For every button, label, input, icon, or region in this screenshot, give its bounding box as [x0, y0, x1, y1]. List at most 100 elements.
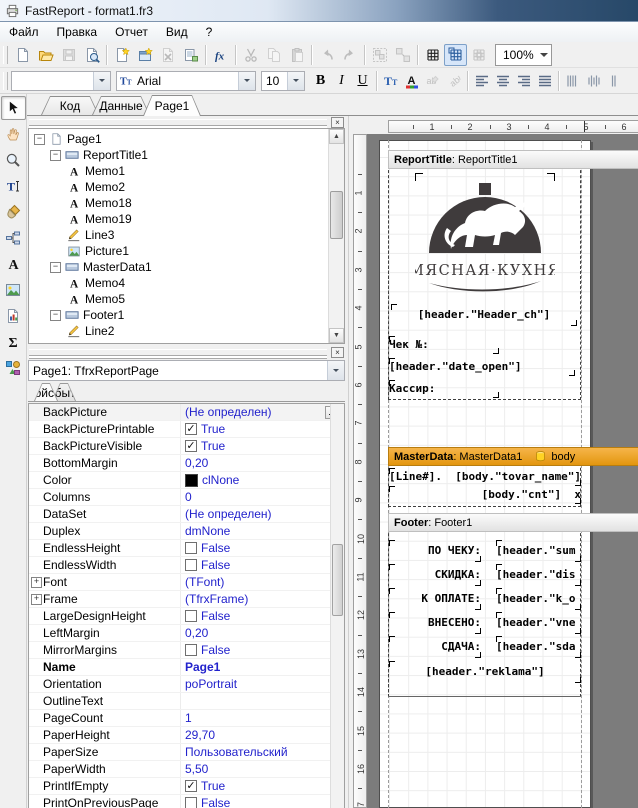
property-row-name[interactable]: NamePage1 [29, 659, 344, 676]
tree-item-memo1[interactable]: AMemo1 [30, 163, 328, 179]
property-value-cell[interactable]: (TFont) [181, 574, 344, 590]
footer-label-memo-1[interactable]: СКИДКА: [389, 564, 481, 586]
scrollbar-thumb[interactable] [330, 191, 343, 239]
scroll-down-icon[interactable]: ▼ [329, 328, 344, 343]
memo19-kassir[interactable]: Кассир: [389, 380, 499, 398]
property-value-cell[interactable]: (Не определен) [181, 506, 344, 522]
expand-icon[interactable]: + [31, 577, 42, 588]
color-swatch[interactable] [185, 474, 198, 487]
property-value-cell[interactable]: False [181, 795, 344, 808]
highlight-button[interactable]: ab [422, 70, 443, 92]
variables-button[interactable]: fx [209, 44, 232, 66]
property-value-cell[interactable]: 0,20 [181, 625, 344, 641]
select-tool-button[interactable] [1, 96, 26, 120]
property-value-cell[interactable]: poPortrait [181, 676, 344, 692]
property-value-cell[interactable]: 29,70 [181, 727, 344, 743]
aggregate-tool-button[interactable]: Σ [1, 330, 26, 354]
format-copy-tool-button[interactable] [1, 200, 26, 224]
footer-value-memo-2[interactable]: [header."k_o [496, 588, 581, 610]
property-value-cell[interactable]: False [181, 642, 344, 658]
property-row-backpicture[interactable]: BackPicture(Не определен)... [29, 404, 344, 421]
property-row-papersize[interactable]: PaperSizeПользовательский [29, 744, 344, 761]
text-object-tool-button[interactable]: A [1, 252, 26, 276]
property-row-backpicturevisible[interactable]: BackPictureVisible✓True [29, 438, 344, 455]
memo2-chek[interactable]: Чек №: [389, 336, 499, 354]
object-selector[interactable]: Page1: TfrxReportPage [28, 360, 345, 381]
property-row-color[interactable]: ColorclNone [29, 472, 344, 489]
redo-button[interactable] [338, 44, 361, 66]
footer-label-memo-2[interactable]: К ОПЛАТЕ: [389, 588, 481, 610]
property-row-frame[interactable]: +Frame(TfrxFrame) [29, 591, 344, 608]
property-value-cell[interactable]: (Не определен)... [181, 404, 344, 420]
tree-panel-grip[interactable]: × [29, 118, 344, 127]
checkbox-checked-icon[interactable]: ✓ [185, 423, 197, 435]
tree-item-memo2[interactable]: AMemo2 [30, 179, 328, 195]
property-row-paperheight[interactable]: PaperHeight29,70 [29, 727, 344, 744]
menu-help[interactable]: ? [197, 22, 222, 42]
property-row-dataset[interactable]: DataSet(Не определен) [29, 506, 344, 523]
checkbox-checked-icon[interactable]: ✓ [185, 780, 197, 792]
menu-report[interactable]: Отчет [106, 22, 157, 42]
chevron-down-icon[interactable] [540, 53, 548, 61]
property-value-cell[interactable]: ✓True [181, 421, 344, 437]
tree-item-memo4[interactable]: AMemo4 [30, 275, 328, 291]
checkbox-unchecked-icon[interactable] [185, 797, 197, 808]
tree-expander-icon[interactable]: − [34, 134, 45, 145]
footer-label-memo-4[interactable]: СДАЧА: [389, 636, 481, 658]
footer-band-header[interactable]: Footer: Footer1 [388, 513, 638, 532]
property-value-cell[interactable]: (TfrxFrame) [181, 591, 344, 607]
property-value-cell[interactable]: 0 [181, 489, 344, 505]
align-right-button[interactable] [513, 70, 534, 92]
zoom-tool-button[interactable] [1, 148, 26, 172]
chevron-down-icon[interactable] [238, 72, 255, 90]
save-report-button[interactable] [57, 44, 80, 66]
font-size-select[interactable]: 10 [261, 71, 305, 91]
property-row-leftmargin[interactable]: LeftMargin0,20 [29, 625, 344, 642]
property-row-pagecount[interactable]: PageCount1 [29, 710, 344, 727]
property-value-cell[interactable]: Page1 [181, 659, 344, 675]
memo4-tovar[interactable]: [Line#]. [body."tovar_name"] [389, 468, 581, 486]
fill-color-button[interactable]: A [401, 70, 422, 92]
footer-label-memo-0[interactable]: ПО ЧЕКУ: [389, 540, 481, 562]
menu-view[interactable]: Вид [157, 22, 197, 42]
font-color-button[interactable]: TT [380, 70, 401, 92]
page-settings-button[interactable] [179, 44, 202, 66]
new-report-button[interactable] [11, 44, 34, 66]
footer-value-memo-3[interactable]: [header."vne [496, 612, 581, 634]
paste-button[interactable] [285, 44, 308, 66]
property-value-cell[interactable]: False [181, 557, 344, 573]
hand-tool-button[interactable] [1, 122, 26, 146]
report-title-band-header[interactable]: ReportTitle: ReportTitle1 [388, 150, 638, 169]
new-dialog-page-button[interactable] [133, 44, 156, 66]
text-edit-tool-button[interactable]: T [1, 174, 26, 198]
tree-expander-icon[interactable]: − [50, 310, 61, 321]
copy-button[interactable] [262, 44, 285, 66]
property-value-cell[interactable]: clNone [181, 472, 344, 488]
delete-page-button[interactable] [156, 44, 179, 66]
tree-item-masterdata1[interactable]: −MasterData1 [30, 259, 328, 275]
style-select[interactable] [11, 71, 111, 91]
property-row-mirrormargins[interactable]: MirrorMarginsFalse [29, 642, 344, 659]
undo-button[interactable] [315, 44, 338, 66]
tree-item-page1[interactable]: −Page1 [30, 131, 328, 147]
picture-object-picture1[interactable]: МЯСНАЯ·КУХНЯ [415, 173, 555, 300]
property-row-paperwidth[interactable]: PaperWidth5,50 [29, 761, 344, 778]
property-row-endlesswidth[interactable]: EndlessWidthFalse [29, 557, 344, 574]
toolbar-grip[interactable] [3, 72, 8, 90]
footer-value-memo-4[interactable]: [header."sda [496, 636, 581, 658]
bold-button[interactable]: B [310, 70, 331, 92]
italic-button[interactable]: I [331, 70, 352, 92]
property-row-outlinetext[interactable]: OutlineText [29, 693, 344, 710]
fit-to-grid-button[interactable] [467, 44, 490, 66]
inspector-panel-grip[interactable]: × [29, 348, 344, 357]
zoom-select[interactable]: 100% [495, 44, 552, 66]
align-justify-button[interactable] [534, 70, 555, 92]
align-left-button[interactable] [471, 70, 492, 92]
tree-item-line2[interactable]: Line2 [30, 323, 328, 339]
memo1-header-ch[interactable]: [header."Header_ch"] [391, 304, 577, 326]
property-value-cell[interactable]: ✓True [181, 778, 344, 794]
property-row-bottommargin[interactable]: BottomMargin0,20 [29, 455, 344, 472]
property-row-printonpreviouspage[interactable]: PrintOnPreviousPageFalse [29, 795, 344, 808]
tree-item-memo18[interactable]: AMemo18 [30, 195, 328, 211]
property-value-cell[interactable] [181, 693, 344, 709]
